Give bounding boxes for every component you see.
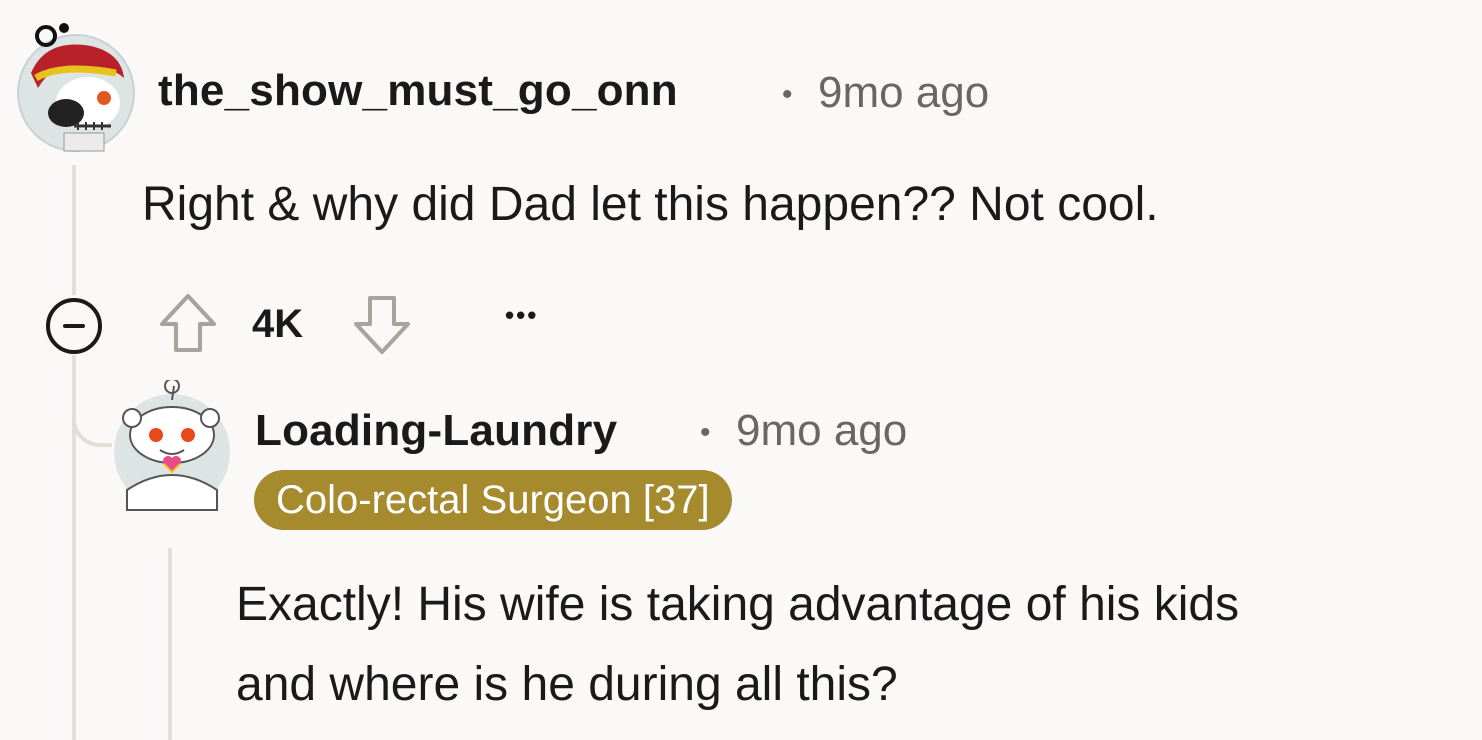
thread-line-reply[interactable] <box>168 548 172 740</box>
downvote-icon[interactable] <box>352 294 412 356</box>
user-flair-badge: Colo-rectal Surgeon [37] <box>254 470 732 530</box>
collapse-thread-button[interactable] <box>46 298 102 354</box>
separator-dot: • <box>782 78 793 111</box>
more-options-button[interactable]: ••• <box>505 300 538 331</box>
comment-body: Right & why did Dad let this happen?? No… <box>142 178 1159 231</box>
reply-author[interactable]: Loading-Laundry <box>255 406 617 456</box>
upvote-icon[interactable] <box>158 292 218 354</box>
thread-line-main[interactable] <box>72 165 76 295</box>
vote-score: 4K <box>252 302 304 346</box>
separator-dot: • <box>700 416 711 449</box>
reply-body-line-2: and where is he during all this? <box>236 658 898 711</box>
snoo-avatar-icon[interactable] <box>112 378 232 512</box>
comment-author[interactable]: the_show_must_go_onn <box>158 66 678 116</box>
comment-timestamp[interactable]: 9mo ago <box>818 68 989 118</box>
reply-timestamp[interactable]: 9mo ago <box>736 406 907 456</box>
thread-connector <box>72 395 112 447</box>
reply-body-line-1: Exactly! His wife is taking advantage of… <box>236 578 1240 631</box>
custom-snoo-avatar-icon[interactable] <box>16 18 136 153</box>
